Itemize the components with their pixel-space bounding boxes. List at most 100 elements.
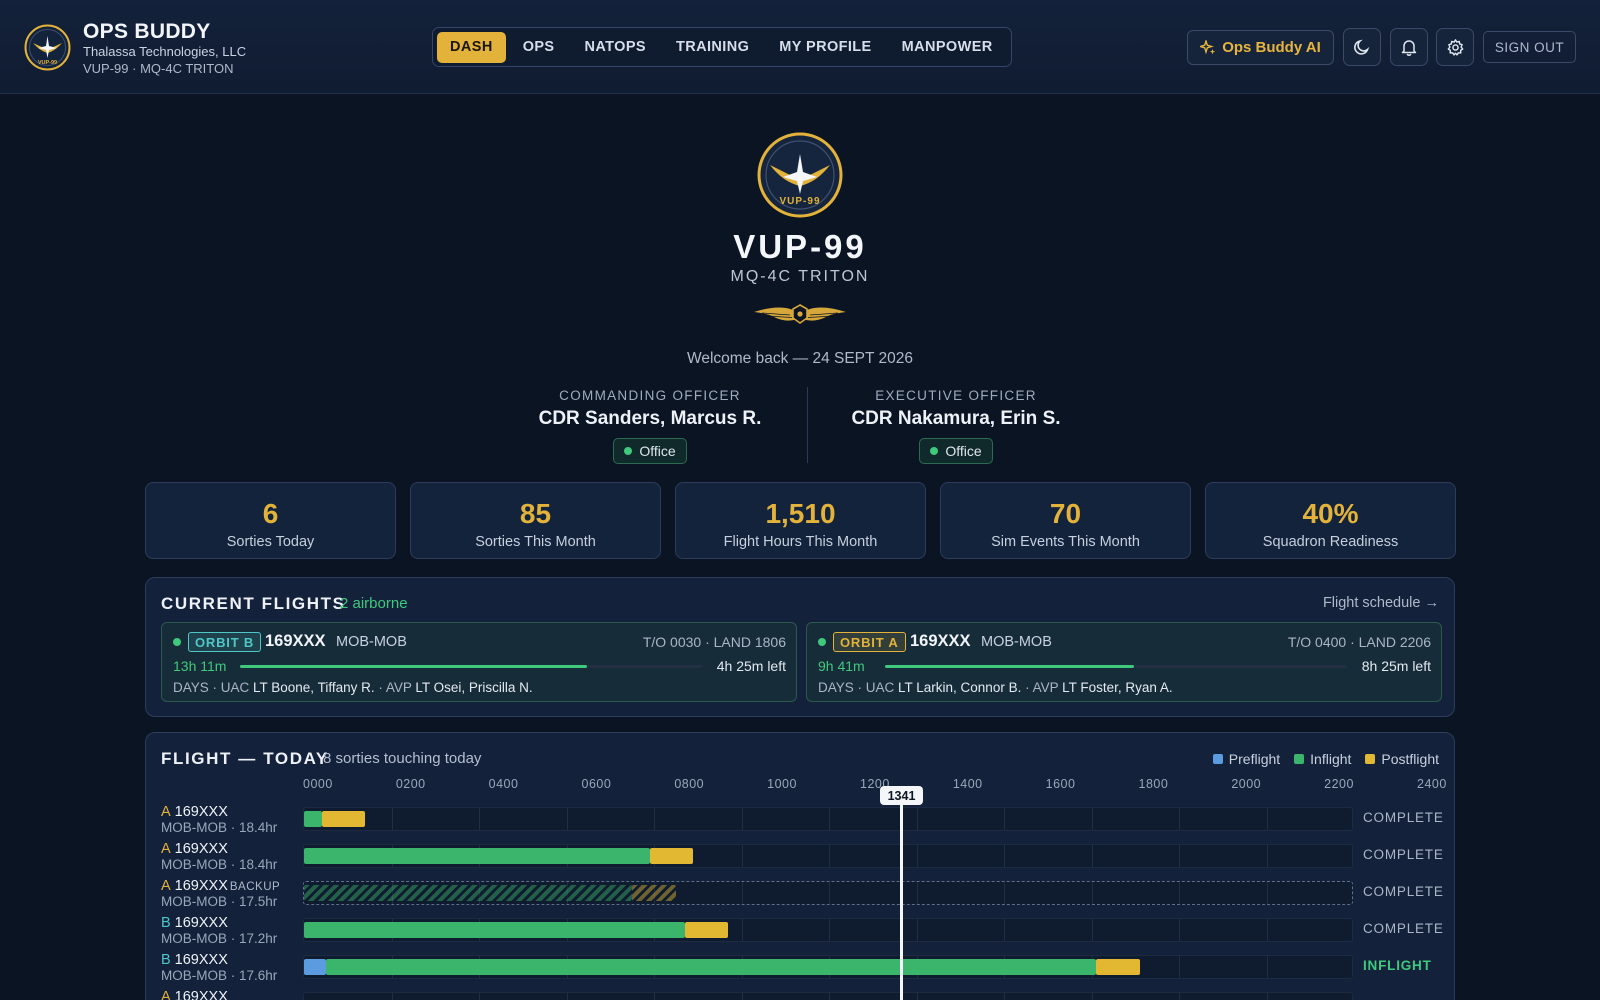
sortie-route-duration: MOB-MOB · 17.5hr <box>161 894 278 909</box>
stat-value: 40% <box>1302 498 1359 529</box>
flight-schedule-link[interactable]: Flight schedule → <box>1323 595 1439 611</box>
aircraft-tail: 169XXX <box>265 632 326 650</box>
co-role: COMMANDING OFFICER <box>559 388 741 403</box>
gridline <box>1004 919 1005 941</box>
aircraft-tail: 169XXX <box>910 632 971 650</box>
sortie-timeline-track[interactable] <box>303 807 1353 831</box>
nav-tab-ops[interactable]: OPS <box>510 32 568 63</box>
sortie-route-duration: MOB-MOB · 18.4hr <box>161 857 278 872</box>
segment-postflight <box>684 922 729 938</box>
elapsed-time: 9h 41m <box>818 658 865 674</box>
sortie-tail: 169XXX <box>174 804 228 820</box>
sortie-timeline-track[interactable] <box>303 955 1353 979</box>
theme-toggle-button[interactable] <box>1343 28 1381 66</box>
gridline <box>1091 882 1093 904</box>
segment-inflight <box>304 885 633 901</box>
time-axis-label: 1000 <box>767 777 797 791</box>
time-axis-label: 2400 <box>1417 777 1447 791</box>
co-location-badge: Office <box>613 438 687 464</box>
executive-officer: EXECUTIVE OFFICER CDR Nakamura, Erin S. … <box>806 388 1106 464</box>
sortie-tail: 169XXX <box>174 952 228 968</box>
orbit-letter: A <box>161 878 171 894</box>
gridline <box>1266 993 1268 1000</box>
nav-tab-my-profile[interactable]: MY PROFILE <box>766 32 884 63</box>
current-flight-card[interactable]: ORBIT A 169XXX MOB-MOB T/O 0400 · LAND 2206… <box>806 622 1442 702</box>
nav-tab-manpower[interactable]: MANPOWER <box>889 32 1006 63</box>
flight-route: MOB-MOB <box>336 634 407 650</box>
nav-tab-natops[interactable]: NATOPS <box>572 32 659 63</box>
flight-progress-bar <box>885 665 1347 668</box>
stat-label: Squadron Readiness <box>1262 534 1399 550</box>
time-axis-label: 1400 <box>952 777 983 791</box>
main-nav: DASH OPS NATOPS TRAINING MY PROFILE MANPOWER <box>432 27 1012 67</box>
orbit-letter: B <box>161 915 171 931</box>
sortie-status: COMPLETE <box>1363 810 1444 825</box>
orbit-letter: A <box>161 989 171 1000</box>
wings-insignia-icon <box>754 304 846 324</box>
nav-tab-training[interactable]: TRAINING <box>663 32 762 63</box>
segment-inflight <box>304 922 685 938</box>
gridline <box>1266 882 1268 904</box>
squadron-aircraft: MQ-4C TRITON <box>730 268 870 285</box>
segment-inflight <box>304 811 322 827</box>
xo-location-badge: Office <box>919 438 993 464</box>
welcome-message: Welcome back — 24 SEPT 2026 <box>686 350 913 367</box>
time-axis-label: 0200 <box>395 777 426 791</box>
notifications-button[interactable] <box>1390 28 1428 66</box>
gridline <box>1266 808 1268 830</box>
flight-today-panel: FLIGHT — TODAY 8 sorties touching today … <box>145 732 1455 1000</box>
gridline <box>1004 882 1005 904</box>
time-axis-label: 0400 <box>488 777 519 791</box>
ops-buddy-ai-button[interactable]: Ops Buddy AI <box>1187 30 1334 65</box>
sortie-timeline-track[interactable] <box>303 992 1353 1000</box>
sortie-timeline-track[interactable] <box>303 844 1353 868</box>
squadron-logo-icon[interactable]: VUP-99 <box>24 24 71 71</box>
sign-out-button[interactable]: SIGN OUT <box>1483 31 1576 63</box>
gridline <box>566 993 568 1000</box>
gridline <box>741 993 743 1000</box>
stat-card-flight-hours: 1,510 Flight Hours This Month <box>675 482 926 559</box>
gridline <box>566 808 568 830</box>
stat-label: Sorties Today <box>226 534 315 550</box>
top-header: VUP-99 OPS BUDDY Thalassa Technologies, … <box>0 0 1600 94</box>
current-flight-card[interactable]: ORBIT B 169XXX MOB-MOB T/O 0030 · LAND 1806… <box>161 622 797 702</box>
legend-item-postflight: Postflight <box>1365 751 1439 767</box>
unit-line: VUP-99 · MQ-4C TRITON <box>83 61 234 76</box>
sortie-label: A 169XXX <box>161 841 228 857</box>
settings-button[interactable] <box>1436 28 1474 66</box>
orbit-badge: ORBIT A <box>833 632 906 652</box>
legend-label: Preflight <box>1228 751 1281 767</box>
sortie-timeline-track[interactable] <box>303 881 1353 905</box>
segment-postflight <box>649 848 694 864</box>
gridline <box>741 808 743 830</box>
stat-value: 6 <box>262 498 279 529</box>
orbit-letter: A <box>161 804 171 820</box>
time-axis-label: 0600 <box>581 777 612 791</box>
gridline <box>1004 808 1005 830</box>
stat-value: 1,510 <box>765 498 836 529</box>
gridline <box>1179 993 1180 1000</box>
gridline <box>479 993 480 1000</box>
gridline <box>1091 808 1093 830</box>
status-dot-icon <box>930 447 939 455</box>
gridline <box>1091 845 1093 867</box>
airborne-count: 2 airborne <box>340 595 408 612</box>
squadron-title: VUP-99 <box>733 228 867 265</box>
avp-name: LT Osei, Priscilla N. <box>415 680 533 695</box>
gridline <box>829 808 830 830</box>
flight-progress-fill <box>885 665 1135 668</box>
gridline <box>829 993 830 1000</box>
nav-tab-dash[interactable]: DASH <box>437 31 506 63</box>
legend-item-inflight: Inflight <box>1294 751 1351 767</box>
avp-name: LT Foster, Ryan A. <box>1062 680 1173 695</box>
stat-label: Sorties This Month <box>475 534 596 550</box>
legend-label: Postflight <box>1381 751 1439 767</box>
time-axis-label: 0800 <box>674 777 705 791</box>
stat-card-sorties-month: 85 Sorties This Month <box>410 482 661 559</box>
gridline <box>1179 882 1180 904</box>
time-remaining: 4h 25m left <box>716 658 786 674</box>
gridline <box>391 808 393 830</box>
flight-progress-fill <box>240 665 587 668</box>
gridline <box>916 993 918 1000</box>
sortie-timeline-track[interactable] <box>303 918 1353 942</box>
